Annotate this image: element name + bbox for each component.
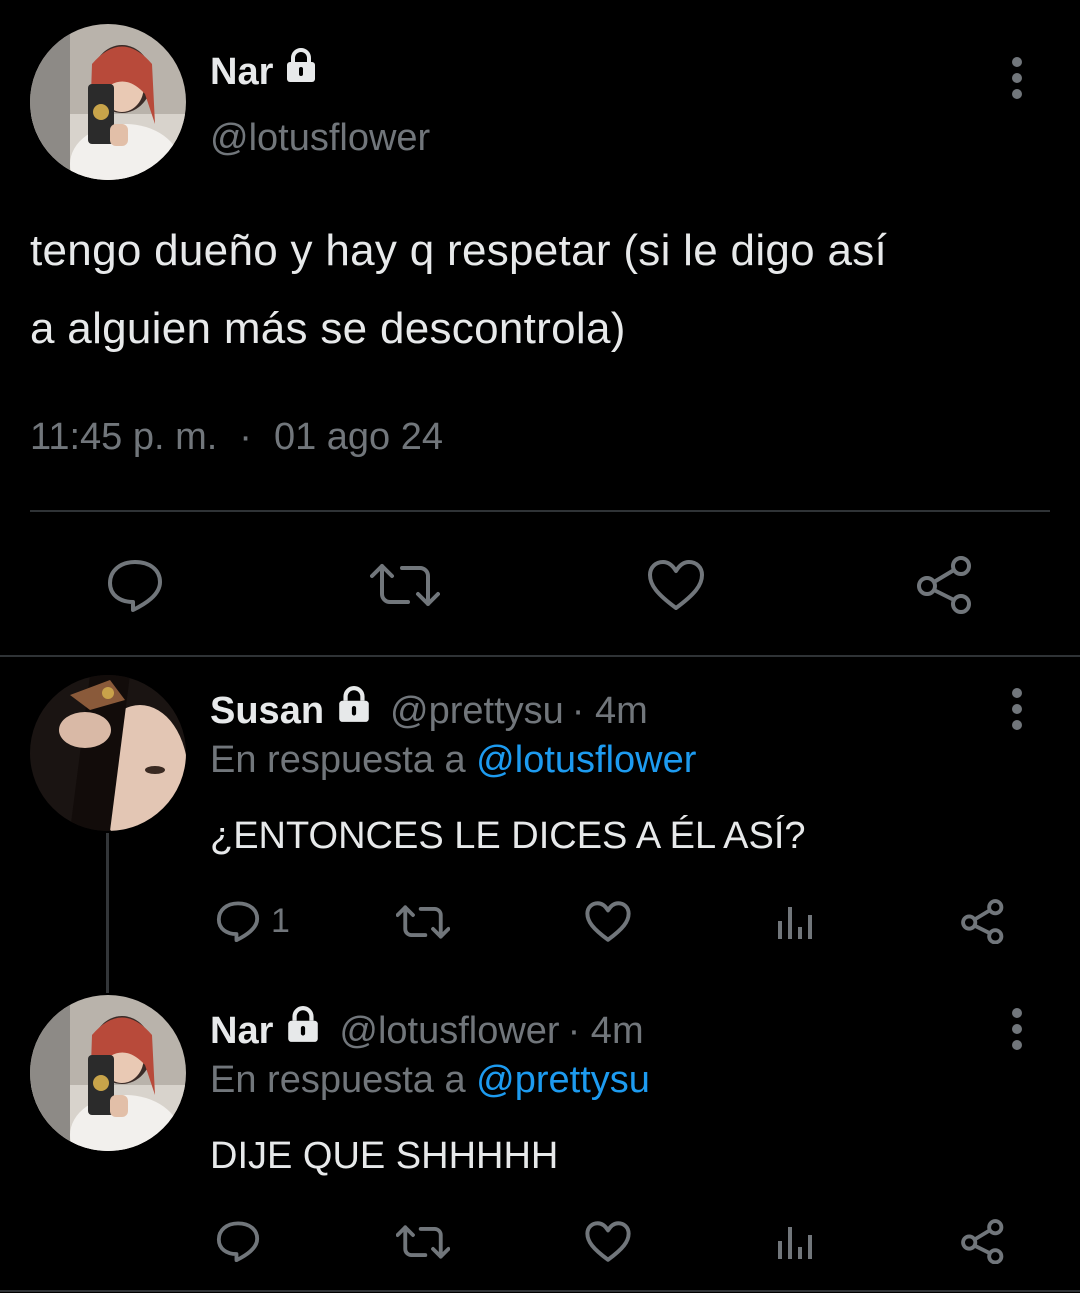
tweet-time[interactable]: 11:45 p. m.: [30, 414, 217, 460]
reply-context: En respuesta a @prettysu: [210, 1057, 650, 1103]
tweet-text-line2: a alguien más se descontrola): [30, 304, 626, 353]
like-icon[interactable]: [585, 1220, 631, 1263]
author-handle[interactable]: @lotusflower: [210, 114, 430, 162]
retweet-icon[interactable]: [370, 560, 440, 610]
author-name[interactable]: Nar: [210, 49, 273, 95]
reply-count: 1: [271, 901, 290, 940]
reply-to-link[interactable]: @prettysu: [476, 1059, 650, 1101]
author-name[interactable]: Nar: [210, 1008, 273, 1054]
thread-line: [106, 833, 109, 993]
share-icon[interactable]: [915, 554, 975, 614]
more-icon[interactable]: [1011, 688, 1023, 730]
retweet-icon[interactable]: [396, 1222, 450, 1262]
avatar-susan[interactable]: [30, 675, 186, 831]
tweet-timestamp-row: 11:45 p. m. · 01 ago 24: [30, 414, 443, 460]
divider: [0, 655, 1080, 657]
author-name-row: Nar: [210, 48, 321, 95]
like-icon[interactable]: [585, 900, 631, 943]
avatar-nar[interactable]: [30, 24, 186, 180]
reply-icon[interactable]: 1: [215, 900, 290, 942]
views-icon[interactable]: [776, 1223, 816, 1261]
share-icon[interactable]: [960, 1218, 1006, 1264]
reply-text: DIJE QUE SHHHHH: [210, 1135, 559, 1177]
author-handle[interactable]: @lotusflower: [339, 1008, 559, 1054]
tweet-date[interactable]: 01 ago 24: [274, 414, 443, 460]
reply-age: · 4m: [571, 689, 648, 732]
reply2-header: Nar @lotusflower · 4m: [210, 1006, 644, 1055]
avatar-nar[interactable]: [30, 995, 186, 1151]
author-name[interactable]: Susan: [210, 688, 324, 734]
author-handle[interactable]: @prettysu: [390, 688, 564, 734]
reply-icon[interactable]: [215, 1220, 261, 1262]
divider: [0, 1290, 1080, 1292]
reply-context: En respuesta a @lotusflower: [210, 737, 696, 783]
divider: [30, 510, 1050, 512]
reply1-header: Susan @prettysu · 4m: [210, 686, 648, 735]
reply-text: ¿ENTONCES LE DICES A ÉL ASÍ?: [210, 815, 806, 857]
share-icon[interactable]: [960, 898, 1006, 944]
more-icon[interactable]: [1011, 1008, 1023, 1050]
reply-prefix: En respuesta a: [210, 1059, 466, 1101]
like-icon[interactable]: [647, 558, 705, 612]
lock-icon: [281, 48, 321, 95]
reply-prefix: En respuesta a: [210, 739, 466, 781]
lock-icon: [281, 1006, 325, 1055]
lock-icon: [332, 686, 376, 735]
separator-dot: ·: [239, 416, 252, 458]
views-icon[interactable]: [776, 903, 816, 941]
reply-icon[interactable]: [105, 558, 165, 612]
reply-age: · 4m: [567, 1009, 644, 1052]
reply-to-link[interactable]: @lotusflower: [476, 739, 696, 781]
more-icon[interactable]: [1011, 57, 1023, 99]
tweet-text-line1: tengo dueño y hay q respetar (si le digo…: [30, 226, 888, 275]
retweet-icon[interactable]: [396, 902, 450, 942]
